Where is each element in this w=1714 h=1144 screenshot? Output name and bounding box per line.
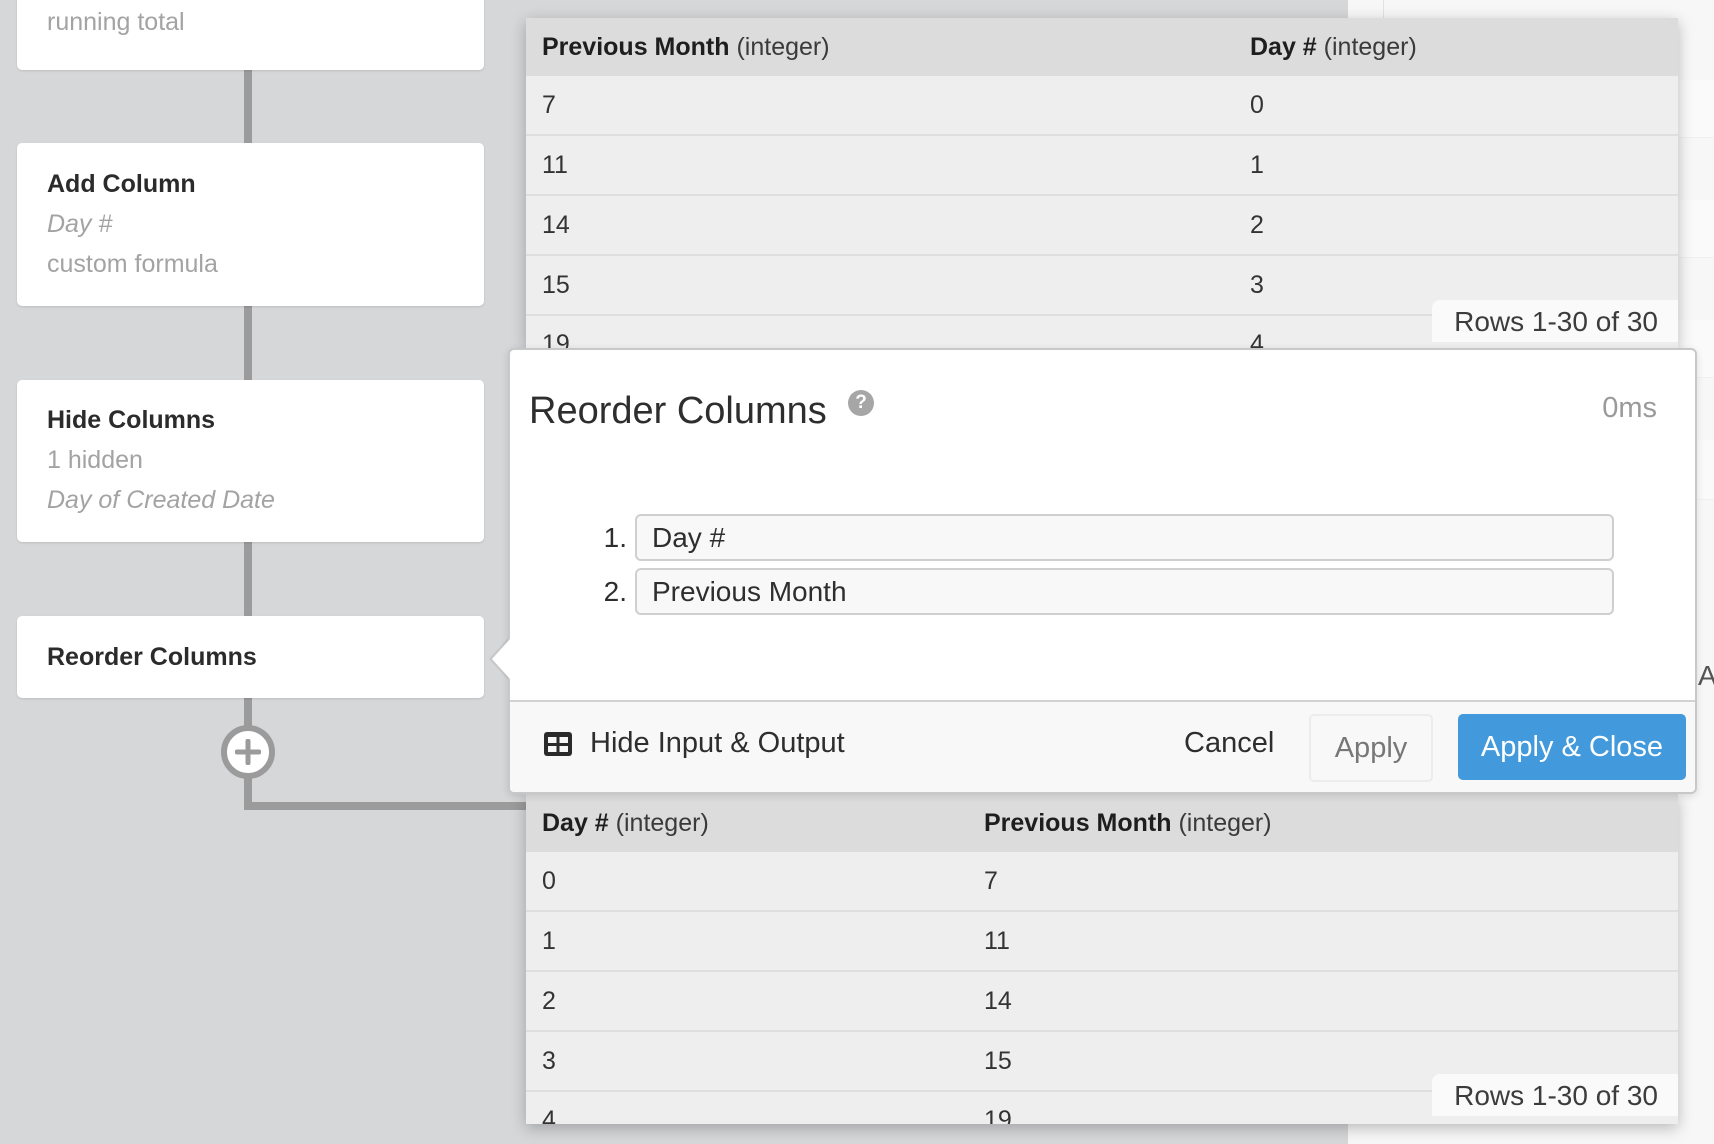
hide-input-output-button[interactable]: Hide Input & Output	[544, 727, 845, 760]
table-cell: 3	[542, 1046, 556, 1075]
draggable-column-previous-month[interactable]: Previous Month	[635, 568, 1614, 615]
connector	[244, 70, 252, 143]
input-table: Previous Month (integer) Day # (integer)…	[526, 18, 1678, 348]
order-number: 1.	[603, 521, 627, 553]
table-cell: 3	[1250, 270, 1264, 299]
step-detail: Day #	[47, 210, 113, 238]
table-cell: 4	[1250, 330, 1264, 348]
reorder-columns-popover: Reorder Columns ? 0ms 1. Day # 2. Previo…	[508, 348, 1697, 794]
add-step-button[interactable]	[221, 725, 275, 779]
table-cell: 19	[984, 1106, 1012, 1124]
column-order-list: 1. Day # 2. Previous Month	[590, 514, 1614, 622]
table-cell: 15	[984, 1046, 1012, 1075]
popover-footer: Hide Input & Output Cancel Apply Apply &…	[510, 700, 1695, 792]
step-detail: custom formula	[47, 250, 218, 278]
column-type: (integer)	[736, 32, 830, 61]
step-detail: running total	[47, 8, 185, 36]
column-header[interactable]: Day # (integer)	[1234, 33, 1417, 62]
output-table: Day # (integer) Previous Month (integer)…	[526, 794, 1678, 1124]
draggable-column-day[interactable]: Day #	[635, 514, 1614, 561]
rows-count: Rows 1-30 of 30	[1432, 1074, 1678, 1116]
column-header[interactable]: Day # (integer)	[526, 809, 968, 838]
question-circle-icon[interactable]: ?	[848, 390, 874, 416]
step-detail: Day of Created Date	[47, 486, 275, 514]
table-cell: 15	[542, 270, 570, 299]
list-item: 2. Previous Month	[590, 568, 1614, 615]
column-name: Day #	[542, 808, 609, 837]
table-cell: 11	[984, 926, 1010, 955]
table-cell: 7	[542, 90, 556, 119]
step-card-add-column[interactable]: Add Column Day # custom formula	[17, 143, 484, 306]
table-row: 11 1	[526, 136, 1678, 196]
table-cell: 2	[542, 986, 556, 1015]
plus-icon	[235, 739, 261, 765]
column-name: Previous Month	[542, 32, 730, 61]
column-header[interactable]: Previous Month (integer)	[526, 33, 1234, 62]
cancel-button[interactable]: Cancel	[1184, 727, 1274, 760]
connector	[244, 698, 252, 728]
hide-input-output-label: Hide Input & Output	[590, 727, 845, 759]
table-row: 1 11	[526, 912, 1678, 972]
table-cell: 4	[542, 1106, 556, 1124]
apply-and-close-button[interactable]: Apply & Close	[1458, 714, 1686, 780]
apply-button[interactable]: Apply	[1309, 714, 1433, 782]
table-cell: 0	[542, 866, 556, 895]
step-card-hide-columns[interactable]: Hide Columns 1 hidden Day of Created Dat…	[17, 380, 484, 542]
table-cell: 1	[1250, 150, 1264, 179]
column-type: (integer)	[1323, 32, 1417, 61]
popover-arrow-fill	[492, 639, 510, 679]
table-row: 0 7	[526, 852, 1678, 912]
table-cell: 7	[984, 866, 998, 895]
step-title: Reorder Columns	[47, 643, 257, 671]
connector	[244, 802, 534, 810]
rows-count: Rows 1-30 of 30	[1432, 300, 1678, 342]
table-header: Day # (integer) Previous Month (integer)	[526, 794, 1678, 852]
order-number: 2.	[603, 575, 627, 607]
column-name: Previous Month	[984, 808, 1172, 837]
divider	[1383, 0, 1384, 18]
step-title: Add Column	[47, 170, 196, 198]
table-icon	[544, 731, 572, 756]
timing-label: 0ms	[1602, 392, 1657, 424]
table-cell: 1	[542, 926, 556, 955]
table-row: 7 0	[526, 76, 1678, 136]
column-type: (integer)	[615, 808, 709, 837]
column-type: (integer)	[1178, 808, 1272, 837]
panel-partial-label: A	[1698, 660, 1714, 691]
popover-title: Reorder Columns	[529, 390, 827, 432]
column-header[interactable]: Previous Month (integer)	[968, 809, 1272, 838]
table-row: 14 2	[526, 196, 1678, 256]
column-name: Day #	[1250, 32, 1317, 61]
step-card-reorder-columns[interactable]: Reorder Columns	[17, 616, 484, 698]
table-cell: 14	[984, 986, 1012, 1015]
table-cell: 0	[1250, 90, 1264, 119]
table-cell: 2	[1250, 210, 1264, 239]
connector	[244, 542, 252, 616]
step-detail: 1 hidden	[47, 446, 143, 474]
connector	[244, 306, 252, 380]
table-cell: 14	[542, 210, 570, 239]
table-header: Previous Month (integer) Day # (integer)	[526, 18, 1678, 76]
list-item: 1. Day #	[590, 514, 1614, 561]
table-cell: 19	[542, 330, 570, 348]
table-row: 2 14	[526, 972, 1678, 1032]
step-card-running-total[interactable]: running total	[17, 0, 484, 70]
table-cell: 11	[542, 150, 568, 179]
step-title: Hide Columns	[47, 406, 216, 434]
